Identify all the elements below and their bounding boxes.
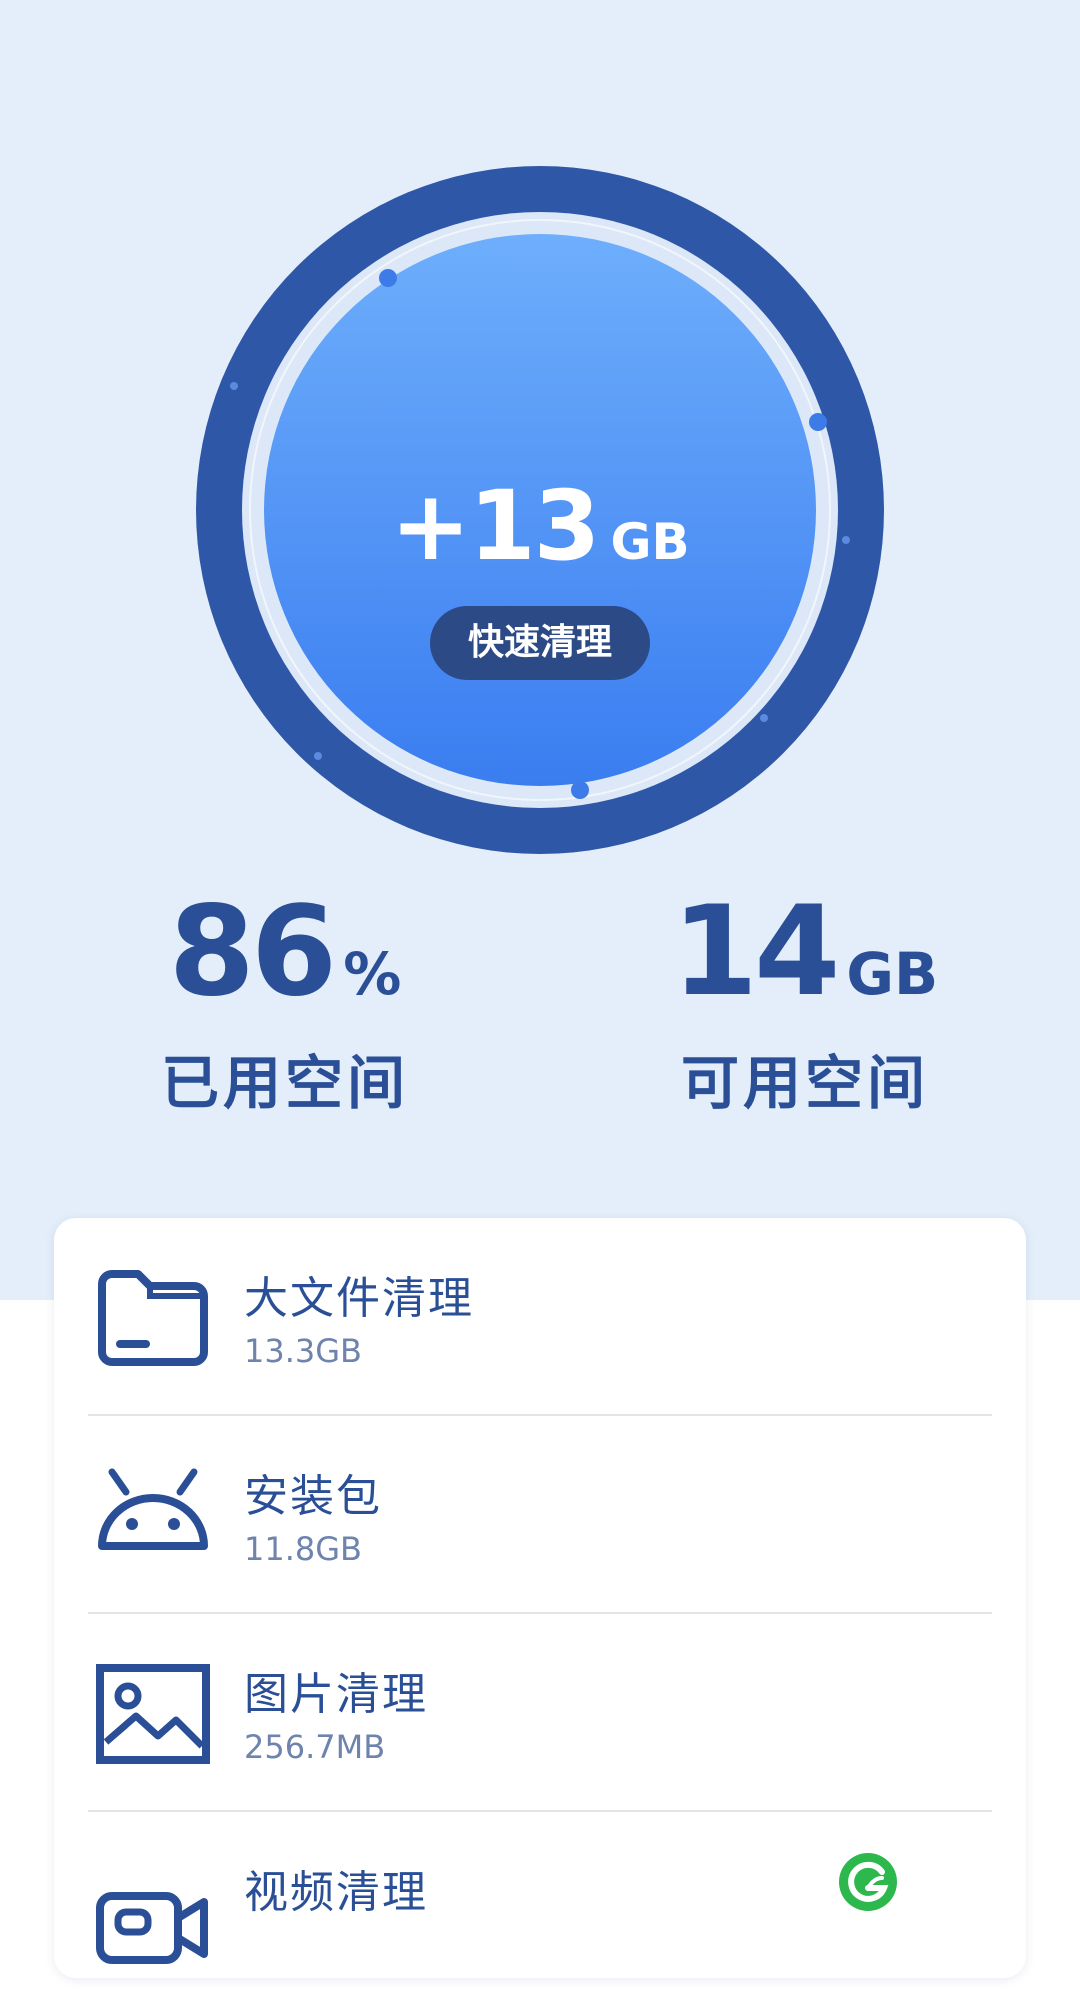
- list-item-title: 视频清理: [244, 1867, 428, 1918]
- orbit-dot-small: [230, 382, 238, 390]
- quick-clean-button[interactable]: 快速清理: [430, 606, 650, 680]
- list-item-size: 11.8GB: [244, 1530, 362, 1568]
- used-space-value: 86: [168, 880, 338, 1024]
- list-item-apk-packages[interactable]: 安装包 11.8GB: [88, 1416, 992, 1614]
- orbit-dot: [571, 781, 589, 799]
- leaf-logo-icon: [838, 1852, 898, 1912]
- orbit-dot: [809, 413, 827, 431]
- orbit-dot: [379, 269, 397, 287]
- image-icon: [94, 1658, 212, 1770]
- folder-icon: [94, 1262, 212, 1374]
- list-item-title: 大文件清理: [244, 1273, 474, 1324]
- free-space-unit: GB: [846, 940, 939, 1008]
- orbit-dot-small: [760, 714, 768, 722]
- list-item-title: 图片清理: [244, 1669, 428, 1720]
- used-space-stat: 86% 已用空间: [150, 880, 420, 1120]
- list-item-title: 安装包: [244, 1471, 382, 1522]
- used-space-unit: %: [343, 940, 402, 1008]
- storage-gauge: +13 GB 快速清理: [196, 166, 884, 854]
- list-item-image-cleanup[interactable]: 图片清理 256.7MB: [88, 1614, 992, 1812]
- orbit-dot-small: [314, 752, 322, 760]
- android-icon: [94, 1460, 212, 1572]
- video-icon: [94, 1856, 212, 1968]
- free-space-label: 可用空间: [680, 1049, 929, 1117]
- reclaimable-size-value: +13: [390, 470, 600, 582]
- list-item-large-files[interactable]: 大文件清理 13.3GB: [88, 1218, 992, 1416]
- free-space-value: 14: [671, 880, 841, 1024]
- reclaimable-size-unit: GB: [610, 513, 690, 571]
- list-item-size: 256.7MB: [244, 1728, 386, 1766]
- used-space-label: 已用空间: [160, 1049, 409, 1117]
- reclaimable-size: +13 GB: [196, 470, 884, 582]
- free-space-stat: 14 GB 可用空间: [660, 880, 950, 1120]
- list-item-size: 13.3GB: [244, 1332, 362, 1370]
